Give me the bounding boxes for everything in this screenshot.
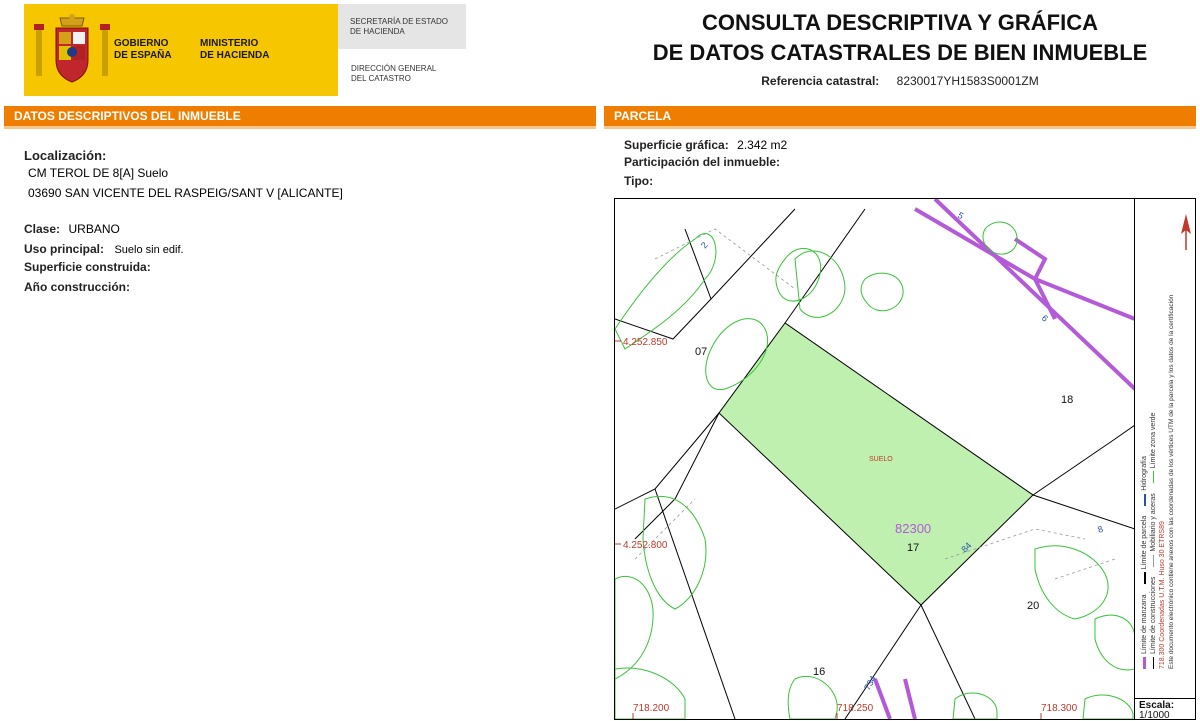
coord-y-4252800: 4.252.800 [623,540,668,551]
parcel-16-label: 16 [813,666,825,678]
localizacion-line2: 03690 SAN VICENTE DEL RASPEIG/SANT V [AL… [28,186,343,200]
parcel-20-label: 20 [1027,600,1039,612]
coat-of-arms-icon [34,14,110,83]
coord-x-718200: 718.200 [633,703,670,714]
manzana-swatch [1143,657,1146,669]
secretaria-text: SECRETARÍA DE ESTADO DE HACIENDA [350,17,448,36]
parcel-17-label: 17 [907,542,919,554]
legend-hidrografia: Hidrografía [1141,456,1148,491]
uso-row: Uso principal: Suelo sin edif. [24,240,184,258]
superficie-grafica-row: Superficie gráfica: 2.342 m2 [624,136,787,154]
clase-row: Clase: URBANO [24,220,120,238]
tipo-label: Tipo: [624,174,654,188]
section-parcela: PARCELA [604,106,1196,129]
scale-box: Escala: 1/1000 [1134,698,1196,721]
parcel-07-label: 07 [695,346,707,358]
referencia-catastral: Referencia catastral: 8230017YH1583S0001… [600,74,1200,88]
coord-x-718250: 718.250 [837,703,874,714]
legend-doc-note: Este documento electrónico contiene anex… [1168,294,1175,669]
street-6-label: 6 [1040,313,1050,324]
suelo-label: SUELO [869,456,893,463]
section-datos-descriptivos: DATOS DESCRIPTIVOS DEL INMUEBLE [4,106,596,129]
legend-text: Límite de manzana Límite de parcela Hidr… [1140,209,1194,669]
uso-value: Suelo sin edif. [114,244,184,256]
legend-mobiliario: Mobiliario y aceras [1150,493,1157,552]
participacion-label: Participación del inmueble: [624,155,781,169]
mobiliario-swatch [1153,554,1154,567]
street-734-label: 734 [862,674,878,692]
parcel-17-area[interactable] [718,322,1034,606]
page-title: CONSULTA DESCRIPTIVA Y GRÁFICA DE DATOS … [652,10,1148,65]
legend-coords-note: 718.300 Coordenadas U.T.M. Huso 30 ETRS8… [1159,521,1166,669]
coord-x-718300: 718.300 [1041,703,1078,714]
clase-value: URBANO [68,222,120,236]
direccion-general-text: DIRECCIÓN GENERAL DEL CATASTRO [351,64,437,83]
legend-construcciones: Límite de construcciones [1150,576,1157,654]
ministerio-text: MINISTERIO DE HACIENDA [200,38,270,61]
superficie-construida-label: Superficie construida: [24,260,151,274]
superficie-grafica-label: Superficie gráfica: [624,138,729,152]
secretaria-block: SECRETARÍA DE ESTADO DE HACIENDA [338,4,466,49]
street-2-label: 2 [699,240,710,250]
superficie-grafica-value: 2.342 m2 [737,138,788,152]
map-legend: Límite de manzana Límite de parcela Hidr… [1134,198,1197,698]
anio-construccion-label: Año construcción: [24,280,131,294]
construcciones-swatch [1153,657,1154,669]
localizacion-line1: CM TEROL DE 8[A] Suelo [28,166,169,180]
localizacion-label: Localización: [24,148,107,163]
legend-manzana: Límite de manzana [1141,594,1148,654]
manzana-label: 82300 [895,521,931,536]
scale-value: 1/1000 [1139,710,1170,721]
ref-label: Referencia catastral: [761,74,880,88]
gobierno-logo-block: GOBIERNO DE ESPAÑA MINISTERIO DE HACIEND… [24,4,338,96]
coord-y-4252850: 4.252.850 [623,337,668,348]
legend-zona-verde: Límite zona verde [1150,412,1157,469]
zona-verde-swatch [1153,471,1154,484]
street-8-label: 8 [1096,524,1104,535]
parcela-swatch [1143,572,1146,585]
map-svg: 4.252.850 4.252.800 718.200 718.250 718.… [615,199,1135,719]
legend-parcela: Límite de parcela [1141,515,1148,570]
clase-label: Clase: [24,222,61,236]
hidrografia-swatch [1143,493,1146,506]
parcel-18-label: 18 [1061,394,1073,406]
cadastral-map[interactable]: 4.252.850 4.252.800 718.200 718.250 718.… [614,198,1196,720]
ref-value: 8230017YH1583S0001ZM [896,74,1039,88]
gobierno-espana-text: GOBIERNO DE ESPAÑA [114,38,172,61]
uso-label: Uso principal: [24,242,105,256]
